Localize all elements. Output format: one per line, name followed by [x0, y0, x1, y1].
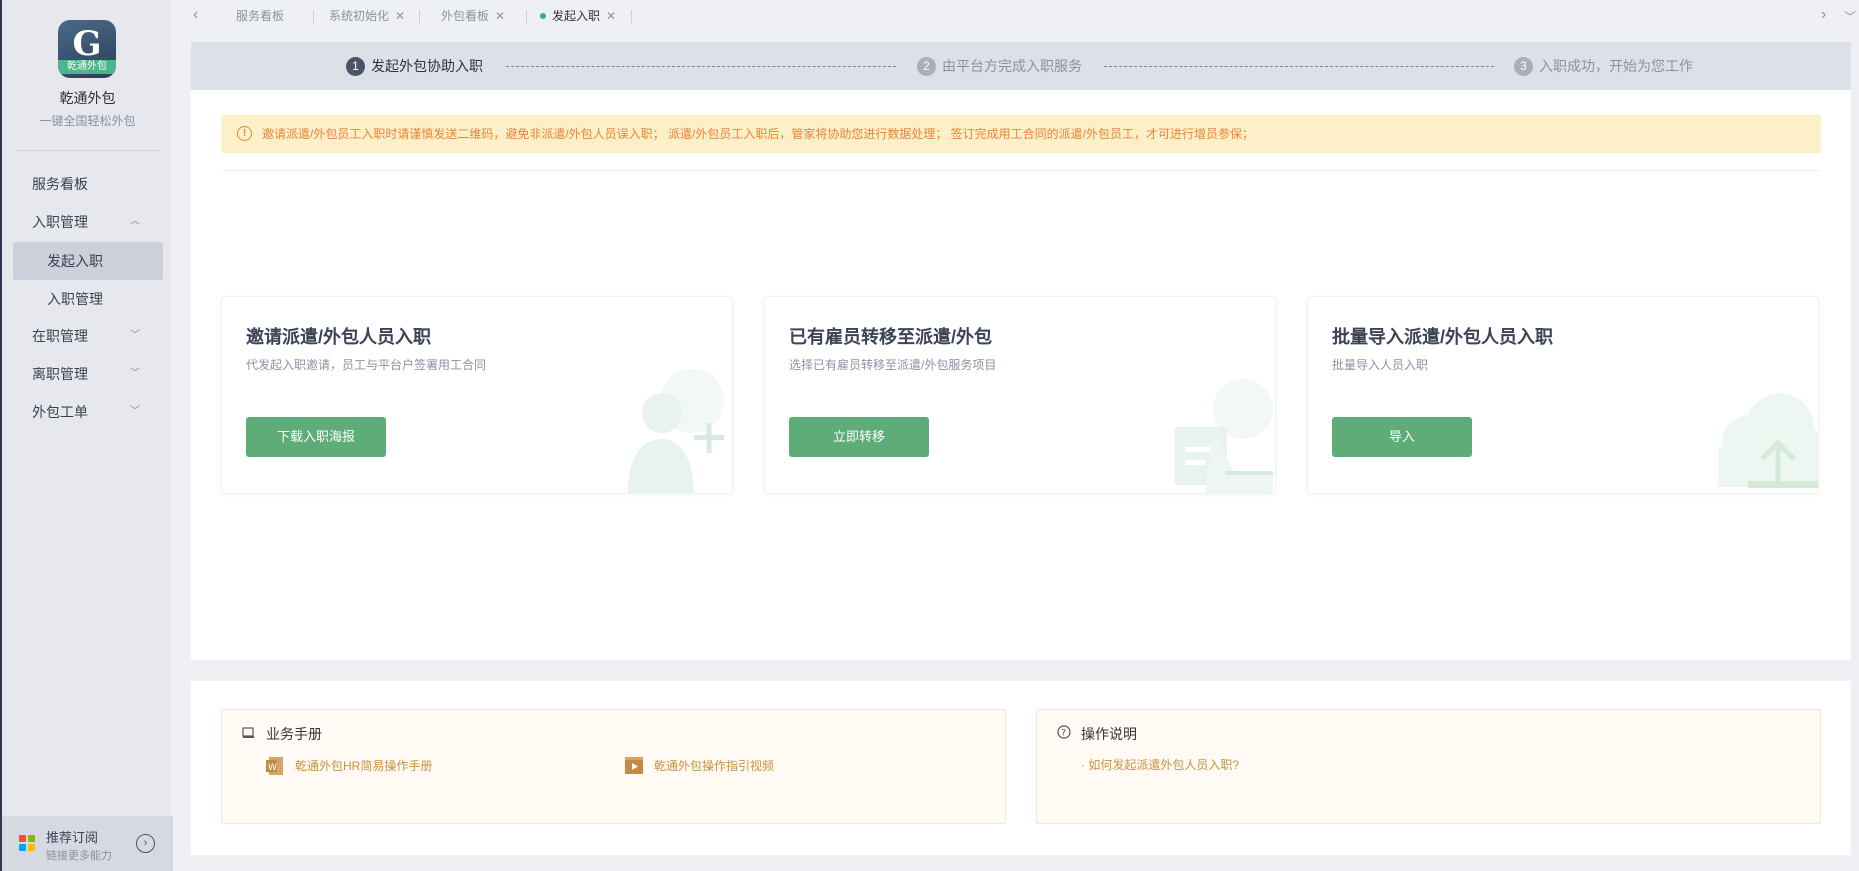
- tab-label: 发起入职: [552, 9, 601, 23]
- sidebar-item-onboarding-management[interactable]: 入职管理 ︿: [2, 203, 173, 241]
- tab-system-init[interactable]: 系统初始化 ✕: [329, 0, 405, 32]
- transfer-now-button[interactable]: 立即转移: [789, 417, 929, 457]
- operation-guide-box: ? 操作说明 · 如何发起派遣外包人员入职?: [1036, 709, 1821, 824]
- import-button[interactable]: 导入: [1332, 417, 1472, 457]
- step-2: 2 由平台方完成入职服务: [917, 42, 1082, 90]
- tab-separator: [313, 10, 314, 23]
- tab-outsourcing-board[interactable]: 外包看板 ✕: [441, 0, 505, 32]
- link-text: 乾通外包操作指引视频: [654, 759, 775, 774]
- sidebar-item-service-board[interactable]: 服务看板: [2, 165, 173, 203]
- sidebar-item-start-onboarding[interactable]: 发起入职: [13, 242, 163, 280]
- ops-header: ? 操作说明: [1057, 724, 1137, 744]
- word-doc-icon: W: [266, 757, 283, 775]
- card-description: 选择已有雇员转移至派遣/外包服务项目: [789, 358, 997, 372]
- tab-separator: [631, 10, 632, 23]
- step-connector: [506, 66, 896, 67]
- sidebar-item-employed-management[interactable]: 在职管理 ﹀: [2, 317, 173, 355]
- question-circle-icon: ?: [1057, 725, 1071, 742]
- subscription-title: 推荐订阅: [46, 830, 99, 845]
- step-label: 由平台方完成入职服务: [942, 58, 1082, 74]
- sidebar-item-label: 服务看板: [32, 176, 88, 192]
- video-icon: [625, 757, 643, 774]
- brand-slogan: 一键全国轻松外包: [39, 114, 136, 128]
- manual-header: 业务手册: [242, 724, 322, 744]
- guide-video-link[interactable]: 乾通外包操作指引视频: [624, 757, 774, 777]
- close-icon[interactable]: ✕: [606, 9, 616, 23]
- download-poster-button[interactable]: 下载入职海报: [246, 417, 386, 457]
- sidebar-item-label: 离职管理: [32, 366, 88, 382]
- chevron-down-icon: ﹀: [130, 330, 140, 341]
- chevron-down-icon: ﹀: [130, 406, 140, 417]
- hr-manual-link[interactable]: W 乾通外包HR简易操作手册: [265, 757, 432, 777]
- card-title: 已有雇员转移至派遣/外包: [789, 327, 992, 347]
- svg-text:W: W: [268, 763, 277, 773]
- sidebar-item-onboarding-list[interactable]: 入职管理: [2, 280, 173, 318]
- notice-text: 邀请派遣/外包员工入职时请谨慎发送二维码，避免非派遣/外包人员误入职； 派遣/外…: [262, 127, 1255, 141]
- card-title: 邀请派遣/外包人员入职: [246, 327, 431, 347]
- sidebar-item-label: 入职管理: [47, 291, 103, 307]
- sidebar-item-outsourcing-tickets[interactable]: 外包工单 ﹀: [2, 393, 173, 431]
- step-number: 2: [917, 56, 936, 76]
- tab-label: 系统初始化: [329, 9, 390, 23]
- manual-title: 业务手册: [266, 726, 322, 742]
- sidebar: G 乾通外包 乾通外包 一键全国轻松外包 服务看板 入职管理 ︿ 发起入职 入职…: [0, 0, 173, 871]
- close-icon[interactable]: ✕: [495, 9, 505, 23]
- card-batch-import: 批量导入派遣/外包人员入职 批量导入人员入职 导入: [1307, 296, 1819, 494]
- sidebar-divider: [14, 150, 162, 151]
- chevron-up-icon: ︿: [130, 216, 140, 227]
- tab-service-board[interactable]: 服务看板: [236, 0, 284, 32]
- active-dot-icon: [540, 12, 546, 19]
- how-to-onboard-link[interactable]: · 如何发起派遣外包人员入职?: [1081, 756, 1239, 773]
- add-person-icon: [628, 369, 724, 493]
- ops-title: 操作说明: [1081, 726, 1137, 742]
- tab-separator: [526, 10, 527, 23]
- close-icon[interactable]: ✕: [395, 9, 405, 23]
- card-description: 批量导入人员入职: [1332, 358, 1429, 372]
- sidebar-item-label: 发起入职: [47, 253, 103, 269]
- tab-separator: [419, 10, 420, 23]
- app-logo: G 乾通外包: [58, 20, 116, 78]
- brand-name: 乾通外包: [59, 90, 116, 106]
- card-description: 代发起入职邀请，员工与平台户签署用工合同: [246, 358, 487, 372]
- step-label: 发起外包协助入职: [371, 58, 483, 74]
- step-label: 入职成功，开始为您工作: [1539, 58, 1693, 74]
- step-1: 1 发起外包协助入职: [346, 42, 483, 90]
- tab-dropdown-icon[interactable]: ﹀: [1844, 8, 1856, 25]
- business-manual-box: 业务手册 W 乾通外包HR简易操作手册 乾通外包操作指引视频: [221, 709, 1006, 824]
- sidebar-item-label: 外包工单: [32, 404, 88, 420]
- step-number: 3: [1514, 56, 1533, 76]
- cloud-upload-icon: [1718, 393, 1818, 488]
- step-bar: 1 发起外包协助入职 2 由平台方完成入职服务 3 入职成功，开始为您工作: [191, 42, 1851, 90]
- divider: [221, 170, 1821, 171]
- card-transfer-employee: 已有雇员转移至派遣/外包 选择已有雇员转移至派遣/外包服务项目 立即转移: [764, 296, 1276, 494]
- card-invite-onboarding: 邀请派遣/外包人员入职 代发起入职邀请，员工与平台户签署用工合同 下载入职海报: [221, 296, 733, 494]
- tab-start-onboarding[interactable]: 发起入职 ✕: [540, 0, 616, 32]
- help-panel: 业务手册 W 乾通外包HR简易操作手册 乾通外包操作指引视频 ? 操作说明 · 如…: [191, 681, 1851, 855]
- tab-label: 外包看板: [441, 9, 490, 23]
- warning-icon: !: [237, 126, 252, 141]
- notice-banner: ! 邀请派遣/外包员工入职时请谨慎发送二维码，避免非派遣/外包人员误入职； 派遣…: [221, 115, 1821, 153]
- logo-text: 乾通外包: [58, 60, 116, 74]
- tab-bar: ‹ 服务看板 系统初始化 ✕ 外包看板 ✕ 发起入职 ✕ › ﹀: [171, 0, 1859, 32]
- circle-arrow-right-icon[interactable]: ›: [136, 834, 155, 853]
- step-connector: [1104, 66, 1494, 67]
- svg-text:?: ?: [1061, 729, 1066, 739]
- chevron-down-icon: ﹀: [130, 368, 140, 379]
- tab-scroll-right-icon[interactable]: ›: [1821, 6, 1826, 24]
- link-text: 乾通外包HR简易操作手册: [295, 759, 433, 774]
- tab-scroll-left-icon[interactable]: ‹: [193, 6, 198, 24]
- sidebar-item-label: 入职管理: [32, 214, 88, 230]
- recommended-subscription[interactable]: 推荐订阅 链接更多能力 ›: [2, 816, 173, 871]
- sidebar-item-resignation-management[interactable]: 离职管理 ﹀: [2, 355, 173, 393]
- card-title: 批量导入派遣/外包人员入职: [1332, 327, 1553, 347]
- sidebar-item-label: 在职管理: [32, 328, 88, 344]
- step-3: 3 入职成功，开始为您工作: [1514, 42, 1693, 90]
- transfer-icon: [1175, 379, 1273, 493]
- apps-grid-icon: [19, 835, 35, 851]
- step-number: 1: [346, 56, 365, 76]
- subscription-subtitle: 链接更多能力: [46, 850, 112, 862]
- tab-label: 服务看板: [236, 9, 285, 23]
- main-panel: 1 发起外包协助入职 2 由平台方完成入职服务 3 入职成功，开始为您工作 ! 邀请派…: [191, 42, 1851, 660]
- book-icon: [242, 727, 256, 742]
